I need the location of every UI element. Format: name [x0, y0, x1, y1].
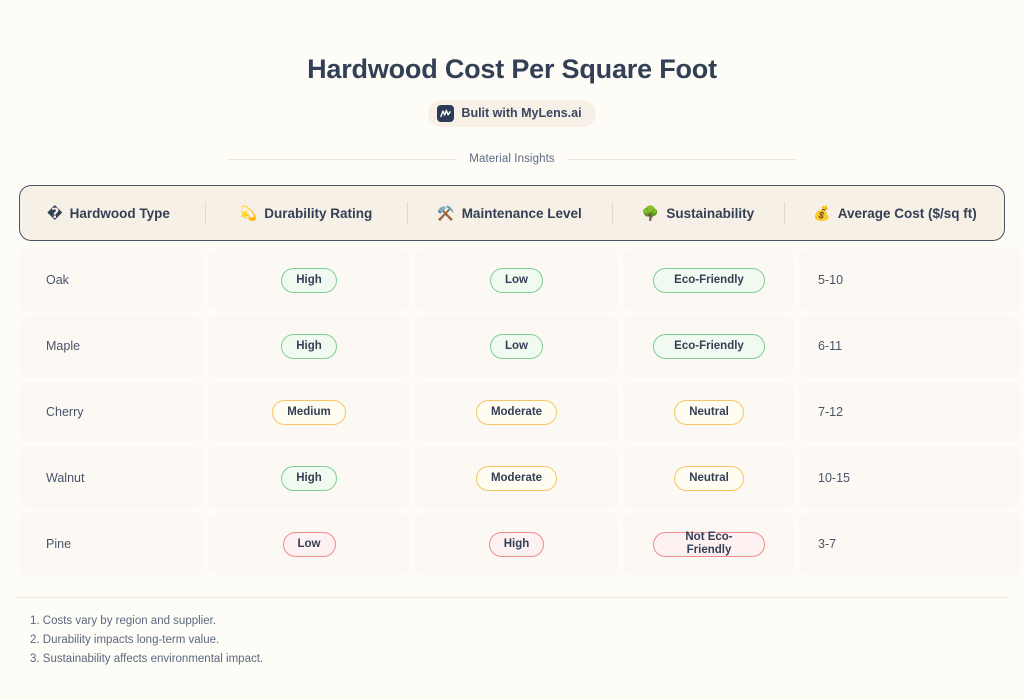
column-header-durability-rating: 💫 Durability Rating — [205, 186, 407, 240]
section-label: Material Insights — [469, 153, 555, 165]
cell-hardwood-type: Pine — [19, 513, 204, 575]
cell-sustainability: Eco-Friendly — [623, 315, 795, 377]
column-header-label: Maintenance Level — [461, 205, 582, 221]
status-badge: Neutral — [674, 399, 744, 425]
status-badge: Not Eco-Friendly — [653, 531, 765, 557]
cell-sustainability: Neutral — [623, 447, 795, 509]
status-badge: Moderate — [475, 465, 558, 491]
footer-divider — [17, 597, 1007, 598]
tree-icon: 🌳 — [641, 205, 660, 221]
cell-maintenance: Moderate — [414, 447, 619, 509]
page-title: Hardwood Cost Per Square Foot — [307, 54, 717, 84]
column-header-hardwood-type: � Hardwood Type — [20, 186, 205, 240]
table-row: Walnut High Moderate Neutral 10-15 — [19, 447, 1021, 509]
badge-container: Bulit with MyLens.ai — [0, 100, 1024, 127]
status-badge: Low — [282, 531, 336, 557]
column-header-label: Average Cost ($/sq ft) — [837, 205, 977, 221]
cell-average-cost: 7-12 — [799, 381, 1021, 443]
cell-average-cost: 5-10 — [799, 249, 1021, 311]
infographic-page: Hardwood Cost Per Square Foot Bulit with… — [0, 0, 1024, 699]
status-badge: High — [281, 267, 337, 293]
column-header-average-cost: 💰 Average Cost ($/sq ft) — [784, 186, 1004, 240]
cell-durability: Medium — [208, 381, 410, 443]
table-row: Pine Low High Not Eco-Friendly 3-7 — [19, 513, 1021, 575]
cell-average-cost: 3-7 — [799, 513, 1021, 575]
column-header-label: Hardwood Type — [69, 205, 170, 221]
status-badge: High — [488, 531, 545, 557]
cell-sustainability: Not Eco-Friendly — [623, 513, 795, 575]
status-badge: High — [281, 465, 337, 491]
cell-maintenance: High — [414, 513, 619, 575]
list-item: 2. Durability impacts long-term value. — [30, 634, 220, 646]
sparkle-star-icon: 💫 — [239, 205, 258, 221]
table-header-row: � Hardwood Type 💫 Durability Rating ⚒️ M… — [19, 185, 1005, 241]
cell-durability: Low — [208, 513, 410, 575]
status-badge: Eco-Friendly — [653, 333, 765, 359]
mylens-logo-icon — [437, 105, 455, 122]
column-header-sustainability: 🌳 Sustainability — [612, 186, 784, 240]
table-row: Oak High Low Eco-Friendly 5-10 — [19, 249, 1021, 311]
table-row: Maple High Low Eco-Friendly 6-11 — [19, 315, 1021, 377]
hardwood-comparison-table: � Hardwood Type 💫 Durability Rating ⚒️ M… — [19, 185, 1021, 575]
cell-maintenance: Moderate — [414, 381, 619, 443]
table-body: Oak High Low Eco-Friendly 5-10 Maple Hig… — [19, 249, 1021, 575]
status-badge: Medium — [272, 399, 346, 425]
cell-average-cost: 6-11 — [799, 315, 1021, 377]
cell-sustainability: Eco-Friendly — [623, 249, 795, 311]
status-badge: Moderate — [475, 399, 558, 425]
footnotes-list: 1. Costs vary by region and supplier. 2.… — [30, 612, 1024, 669]
cell-durability: High — [208, 447, 410, 509]
status-badge: Neutral — [674, 465, 744, 491]
status-badge: Low — [490, 333, 543, 359]
cell-average-cost: 10-15 — [799, 447, 1021, 509]
column-header-label: Sustainability — [666, 205, 755, 221]
status-badge: Low — [490, 267, 543, 293]
cell-hardwood-type: Maple — [19, 315, 204, 377]
cell-hardwood-type: Oak — [19, 249, 204, 311]
cell-hardwood-type: Walnut — [19, 447, 204, 509]
cell-sustainability: Neutral — [623, 381, 795, 443]
badge-label: Bulit with MyLens.ai — [461, 106, 582, 120]
cell-hardwood-type: Cherry — [19, 381, 204, 443]
cell-maintenance: Low — [414, 315, 619, 377]
cell-durability: High — [208, 315, 410, 377]
status-badge: Eco-Friendly — [653, 267, 765, 293]
divider-line-right — [566, 158, 797, 160]
table-row: Cherry Medium Moderate Neutral 7-12 — [19, 381, 1021, 443]
hammer-and-pick-icon: ⚒️ — [437, 205, 455, 221]
money-bag-icon: 💰 — [813, 205, 831, 221]
built-with-badge[interactable]: Bulit with MyLens.ai — [428, 100, 596, 127]
column-header-maintenance-level: ⚒️ Maintenance Level — [407, 186, 612, 240]
missing-glyph-icon: � — [47, 205, 63, 221]
section-divider: Material Insights — [227, 153, 797, 165]
list-item: 1. Costs vary by region and supplier. — [30, 615, 217, 627]
cell-durability: High — [208, 249, 410, 311]
divider-line-left — [227, 158, 458, 160]
column-header-label: Durability Rating — [264, 205, 373, 221]
status-badge: High — [281, 333, 337, 359]
cell-maintenance: Low — [414, 249, 619, 311]
list-item: 3. Sustainability affects environmental … — [30, 653, 264, 665]
